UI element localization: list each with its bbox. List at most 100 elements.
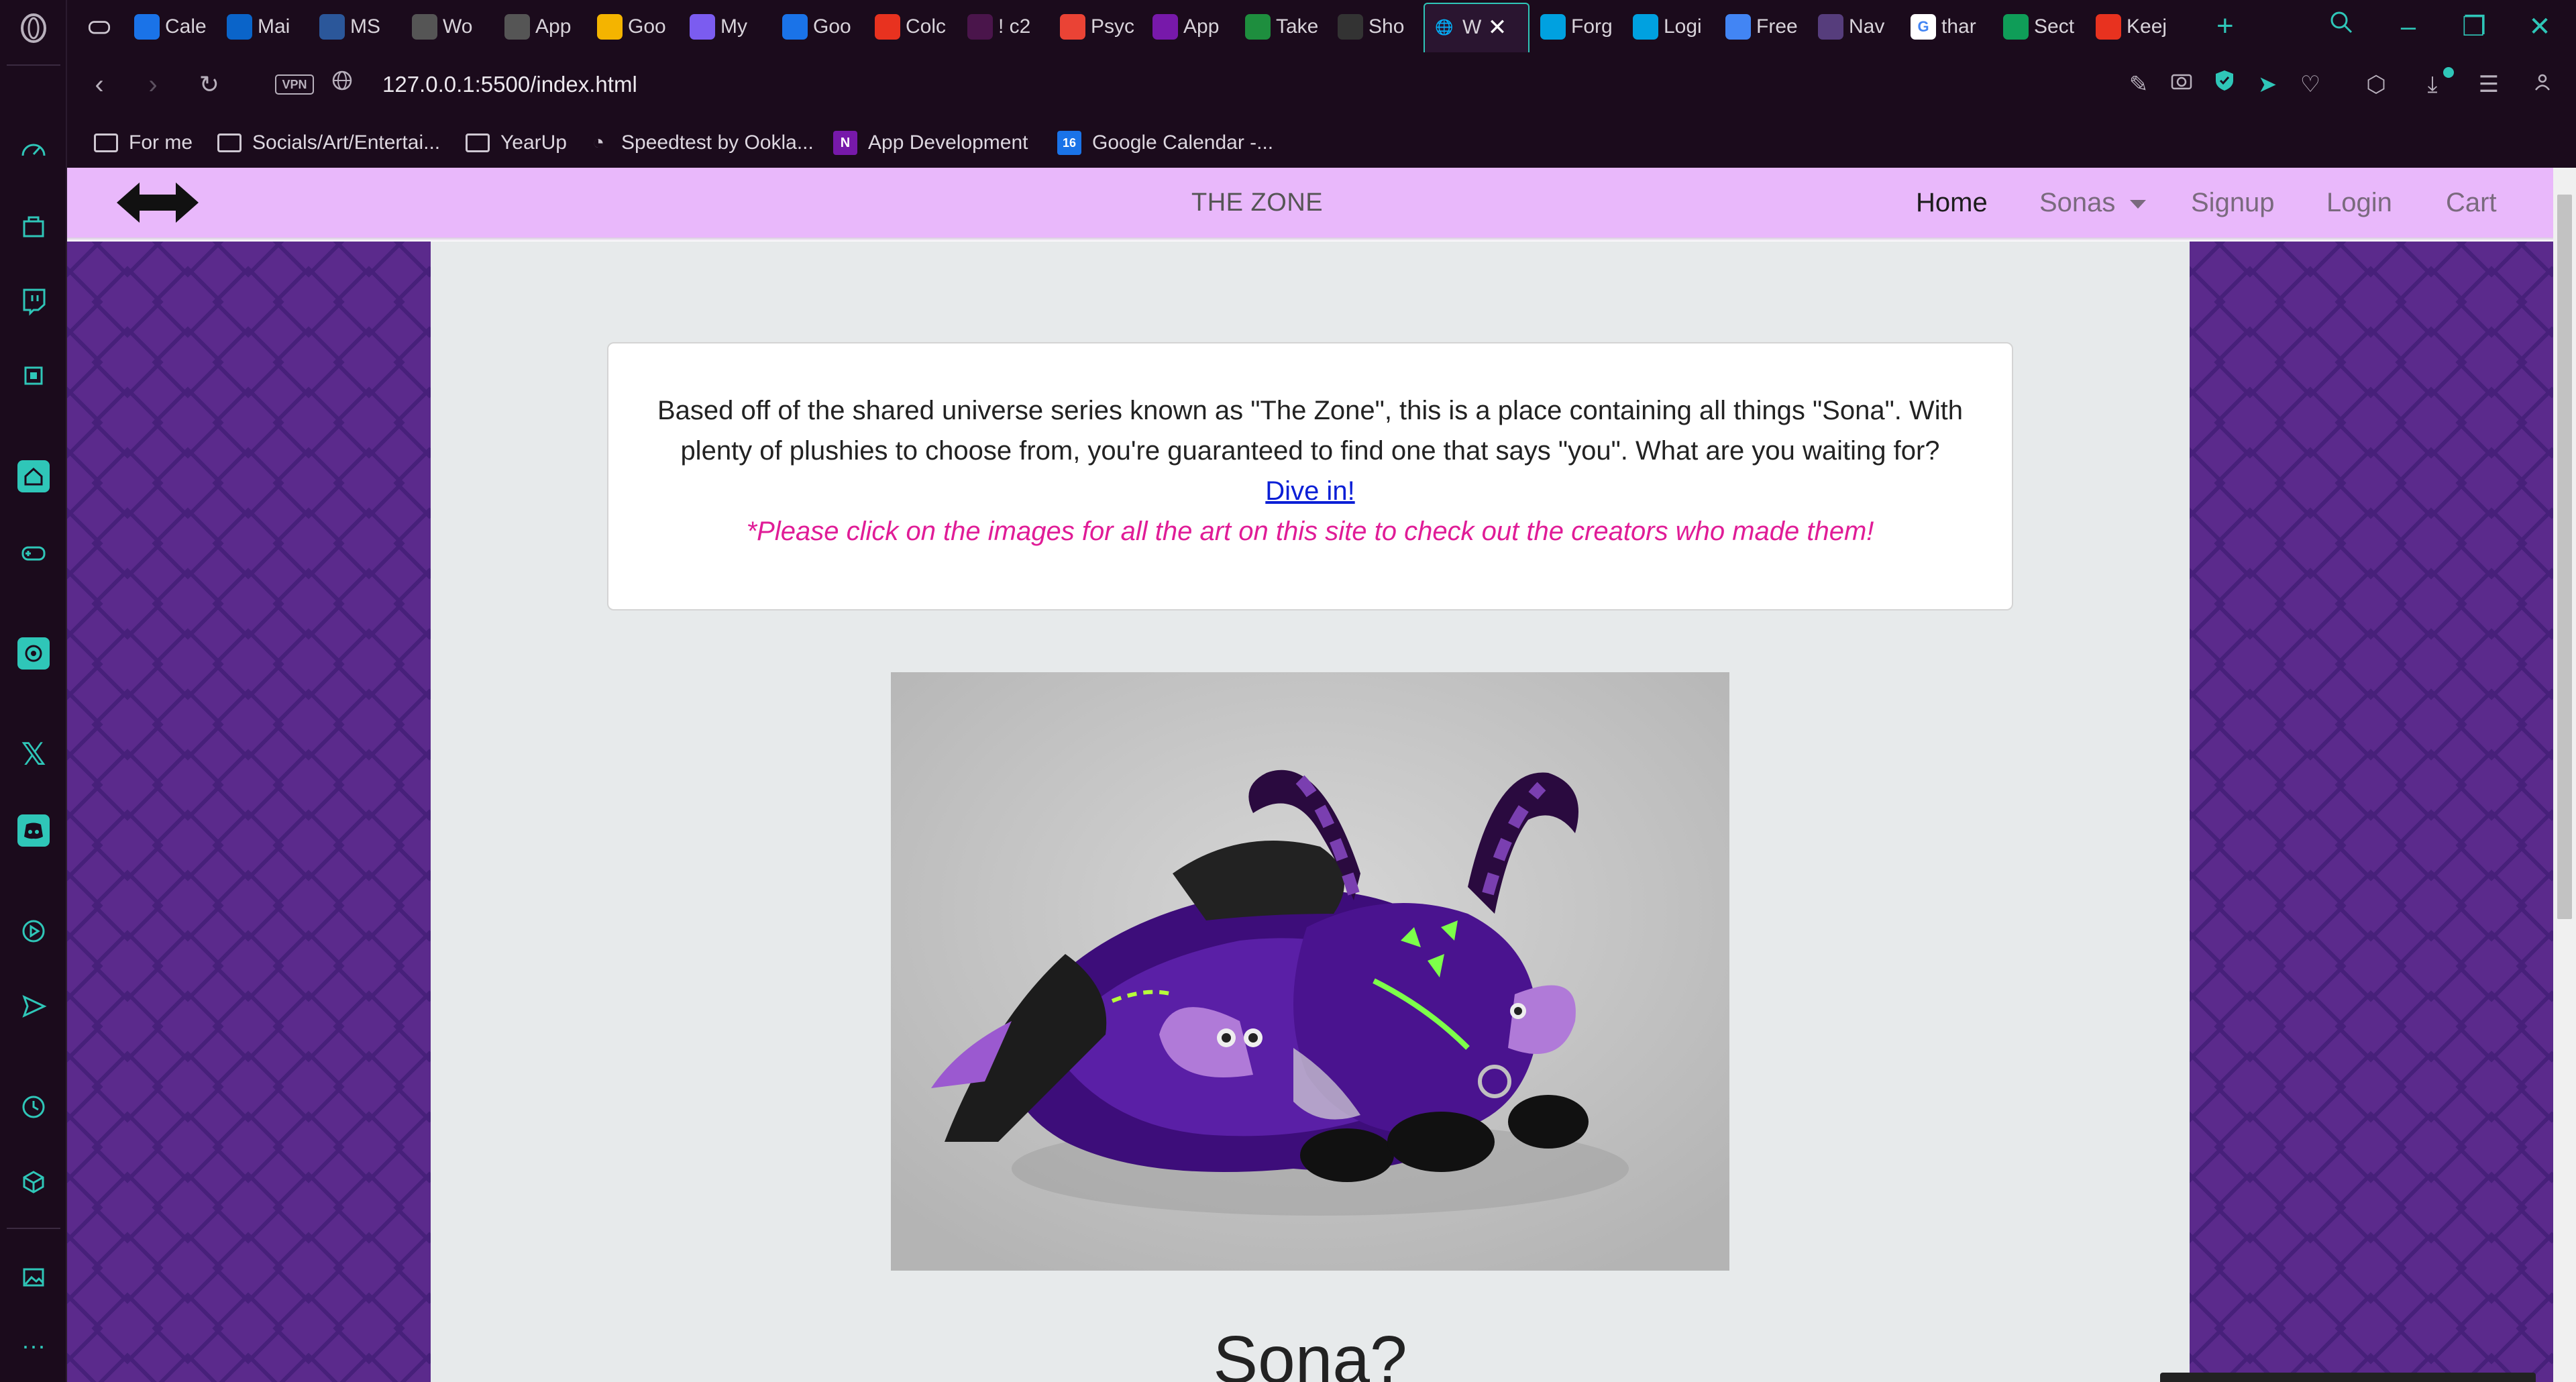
nav-login-link[interactable]: Login [2326,168,2392,237]
site-info-icon[interactable] [323,66,361,103]
browser-tab[interactable]: Wo [412,7,500,46]
speed-dial-icon[interactable] [17,134,50,166]
bookmark-speedtest[interactable]: ◔ Speedtest by Ookla... [586,126,814,158]
nav-sonas-label: Sonas [2039,188,2116,217]
tab-label: Forg [1571,15,1613,38]
browser-tab[interactable]: ! c2 [967,7,1056,46]
minimize-button[interactable]: – [2390,8,2427,46]
tab-label: Mai [258,15,290,38]
sona-plush-image[interactable] [891,672,1729,1271]
browser-tab[interactable]: Nav [1818,7,1907,46]
folder-icon [94,134,118,153]
tab-label: Wo [443,15,473,38]
x-twitter-icon[interactable]: 𝕏 [17,738,50,770]
browser-tab[interactable]: Forg [1540,7,1629,46]
gallery-icon[interactable] [17,1261,50,1293]
browser-tab[interactable]: Mai [227,7,315,46]
browser-tab[interactable]: App [1152,7,1241,46]
more-icon[interactable]: ··· [17,1330,50,1362]
double-arrow-logo-icon[interactable] [114,178,201,227]
browser-tab[interactable]: 🌐 W ✕ [1424,3,1529,52]
bookmark-google-calendar[interactable]: 16 Google Calendar -... [1057,126,1273,158]
discord-icon[interactable] [17,814,50,847]
player-icon[interactable] [17,915,50,947]
chatgpt-icon[interactable] [17,637,50,670]
tab-label: Nav [1849,15,1885,38]
opera-logo-icon[interactable] [17,12,50,44]
browser-tab[interactable]: Goo [782,7,871,46]
vpn-badge[interactable]: VPN [275,74,314,95]
send-icon[interactable]: ➤ [2251,68,2284,101]
new-tab-button[interactable]: + [2216,7,2257,46]
bookmark-folder-for-me[interactable]: For me [94,126,193,158]
browser-tab[interactable]: MS [319,7,408,46]
browser-tab[interactable]: Sect [2003,7,2092,46]
speedometer-icon: ◔ [592,131,605,154]
tab-label: W [1462,16,1482,39]
tab-label: Goo [628,15,666,38]
url-field[interactable]: 127.0.0.1:5500/index.html [382,68,637,101]
forms-icon [1725,14,1751,40]
outlook-icon [227,14,252,40]
asterisk-icon [2096,14,2121,40]
site-title: THE ZONE [1191,189,1324,217]
workspace-gamepad-icon[interactable] [85,7,125,46]
camera-icon[interactable] [2165,68,2198,101]
browser-tab[interactable]: Cale [134,7,223,46]
main-content: Based off of the shared universe series … [431,242,2190,1382]
page-scrollbar[interactable] [2553,168,2576,1382]
nu-icon [1338,14,1363,40]
dive-in-link[interactable]: Dive in! [1265,476,1354,506]
tab-label: App [535,15,572,38]
browser-tab[interactable]: Take [1245,7,1334,46]
send-icon[interactable] [17,990,50,1022]
back-button[interactable]: ‹ [80,66,118,103]
browser-tab[interactable]: Gthar [1911,7,1999,46]
nav-signup-link[interactable]: Signup [2191,168,2275,237]
profile-icon[interactable] [2526,68,2559,101]
snapshot-edit-icon[interactable]: ✎ [2123,68,2155,101]
gamepad-icon[interactable] [17,537,50,569]
salesforce-icon [1540,14,1566,40]
home-icon[interactable] [17,460,50,492]
heart-icon[interactable]: ♡ [2294,68,2326,101]
restore-button[interactable]: ❐ [2455,8,2493,46]
tab-label: Sho [1368,15,1405,38]
nav-sonas-dropdown[interactable]: Sonas [2039,168,2147,237]
shopping-icon[interactable] [17,209,50,242]
browser-tab[interactable]: Colc [875,7,963,46]
tab-strip: Cale Mai MS Wo App Goo My Goo Colc ! c2 Psyc App Tak… [67,0,2576,52]
tab-label: Cale [165,15,207,38]
tab-label: thar [1941,15,1976,38]
bookmark-folder-socials[interactable]: Socials/Art/Entertai... [217,126,440,158]
box-icon[interactable] [17,1166,50,1198]
forward-button[interactable]: › [134,66,172,103]
tab-label: Psyc [1091,15,1135,38]
browser-tab[interactable]: Logi [1633,7,1721,46]
browser-tab[interactable]: Keej [2096,7,2184,46]
intro-card: Based off of the shared universe series … [607,342,2013,610]
history-icon[interactable] [17,1091,50,1123]
onenote-icon: N [833,131,857,156]
cpu-icon[interactable] [17,360,50,392]
cube-icon[interactable]: ⬡ [2360,68,2392,101]
browser-tab[interactable]: My [690,7,778,46]
browser-tab[interactable]: Psyc [1060,7,1148,46]
bookmark-app-development[interactable]: N App Development [833,126,1028,158]
browser-tab[interactable]: Free [1725,7,1814,46]
search-tabs-icon[interactable] [2322,8,2360,46]
browser-tab[interactable]: App [504,7,593,46]
nav-home-link[interactable]: Home [1916,168,1988,237]
reload-button[interactable]: ↻ [191,66,228,103]
play-icon [690,14,715,40]
scrollbar-thumb[interactable] [2557,195,2572,919]
bookmark-folder-yearup[interactable]: YearUp [466,126,567,158]
browser-tab[interactable]: Goo [597,7,686,46]
close-tab-icon[interactable]: ✕ [1481,15,1507,40]
shield-icon[interactable] [2208,68,2241,101]
close-window-button[interactable]: ✕ [2521,8,2559,46]
twitch-icon[interactable] [17,284,50,317]
easy-setup-icon[interactable]: ☰ [2473,68,2505,101]
browser-tab[interactable]: Sho [1338,7,1426,46]
nav-cart-link[interactable]: Cart [2446,168,2497,237]
